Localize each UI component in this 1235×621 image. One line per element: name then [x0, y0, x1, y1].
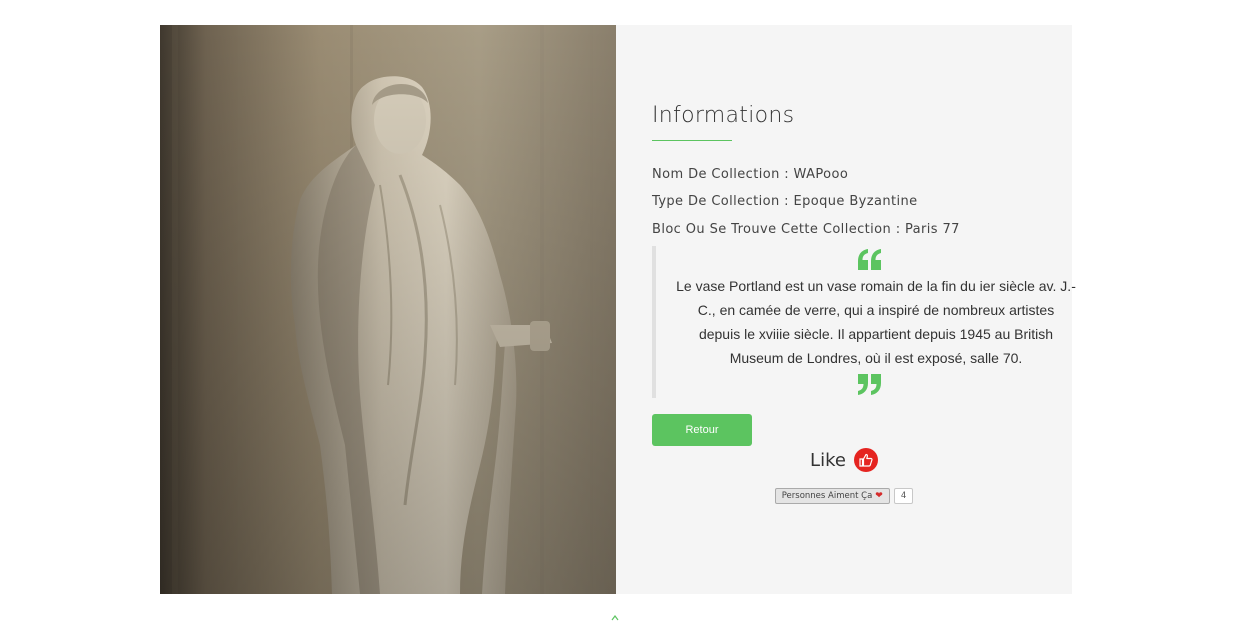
like-count: 4 [893, 488, 914, 504]
collection-name: Nom De Collection : WAPooo [652, 167, 849, 182]
thumbs-up-icon [859, 453, 873, 467]
info-title: Informations [652, 103, 795, 128]
heart-icon: ❤ [875, 491, 883, 501]
back-button[interactable]: Retour [652, 414, 752, 446]
collection-block: Bloc Ou Se Trouve Cette Collection : Par… [652, 222, 960, 237]
title-underline [652, 140, 732, 141]
like-row: Like [616, 448, 1072, 472]
info-panel: Informations Nom De Collection : WAPooo … [616, 25, 1076, 594]
people-like-label: Personnes Aiment Ça [781, 491, 873, 501]
description-quote: Le vase Portland est un vase romain de l… [652, 246, 1076, 398]
collection-card: Informations Nom De Collection : WAPooo … [160, 25, 1076, 594]
likes-counter: Personnes Aiment Ça ❤ 4 [616, 488, 1072, 504]
collection-image [160, 25, 616, 594]
quote-close-icon [858, 374, 881, 395]
people-like-button[interactable]: Personnes Aiment Ça ❤ [774, 488, 890, 504]
like-label: Like [810, 449, 846, 471]
description-text: Le vase Portland est un vase romain de l… [676, 278, 1076, 366]
quote-open-icon [858, 249, 881, 270]
collection-type: Type De Collection : Epoque Byzantine [652, 194, 918, 209]
statue-photo [160, 25, 616, 594]
scroll-up-icon[interactable] [610, 613, 620, 621]
like-button[interactable] [853, 448, 878, 472]
